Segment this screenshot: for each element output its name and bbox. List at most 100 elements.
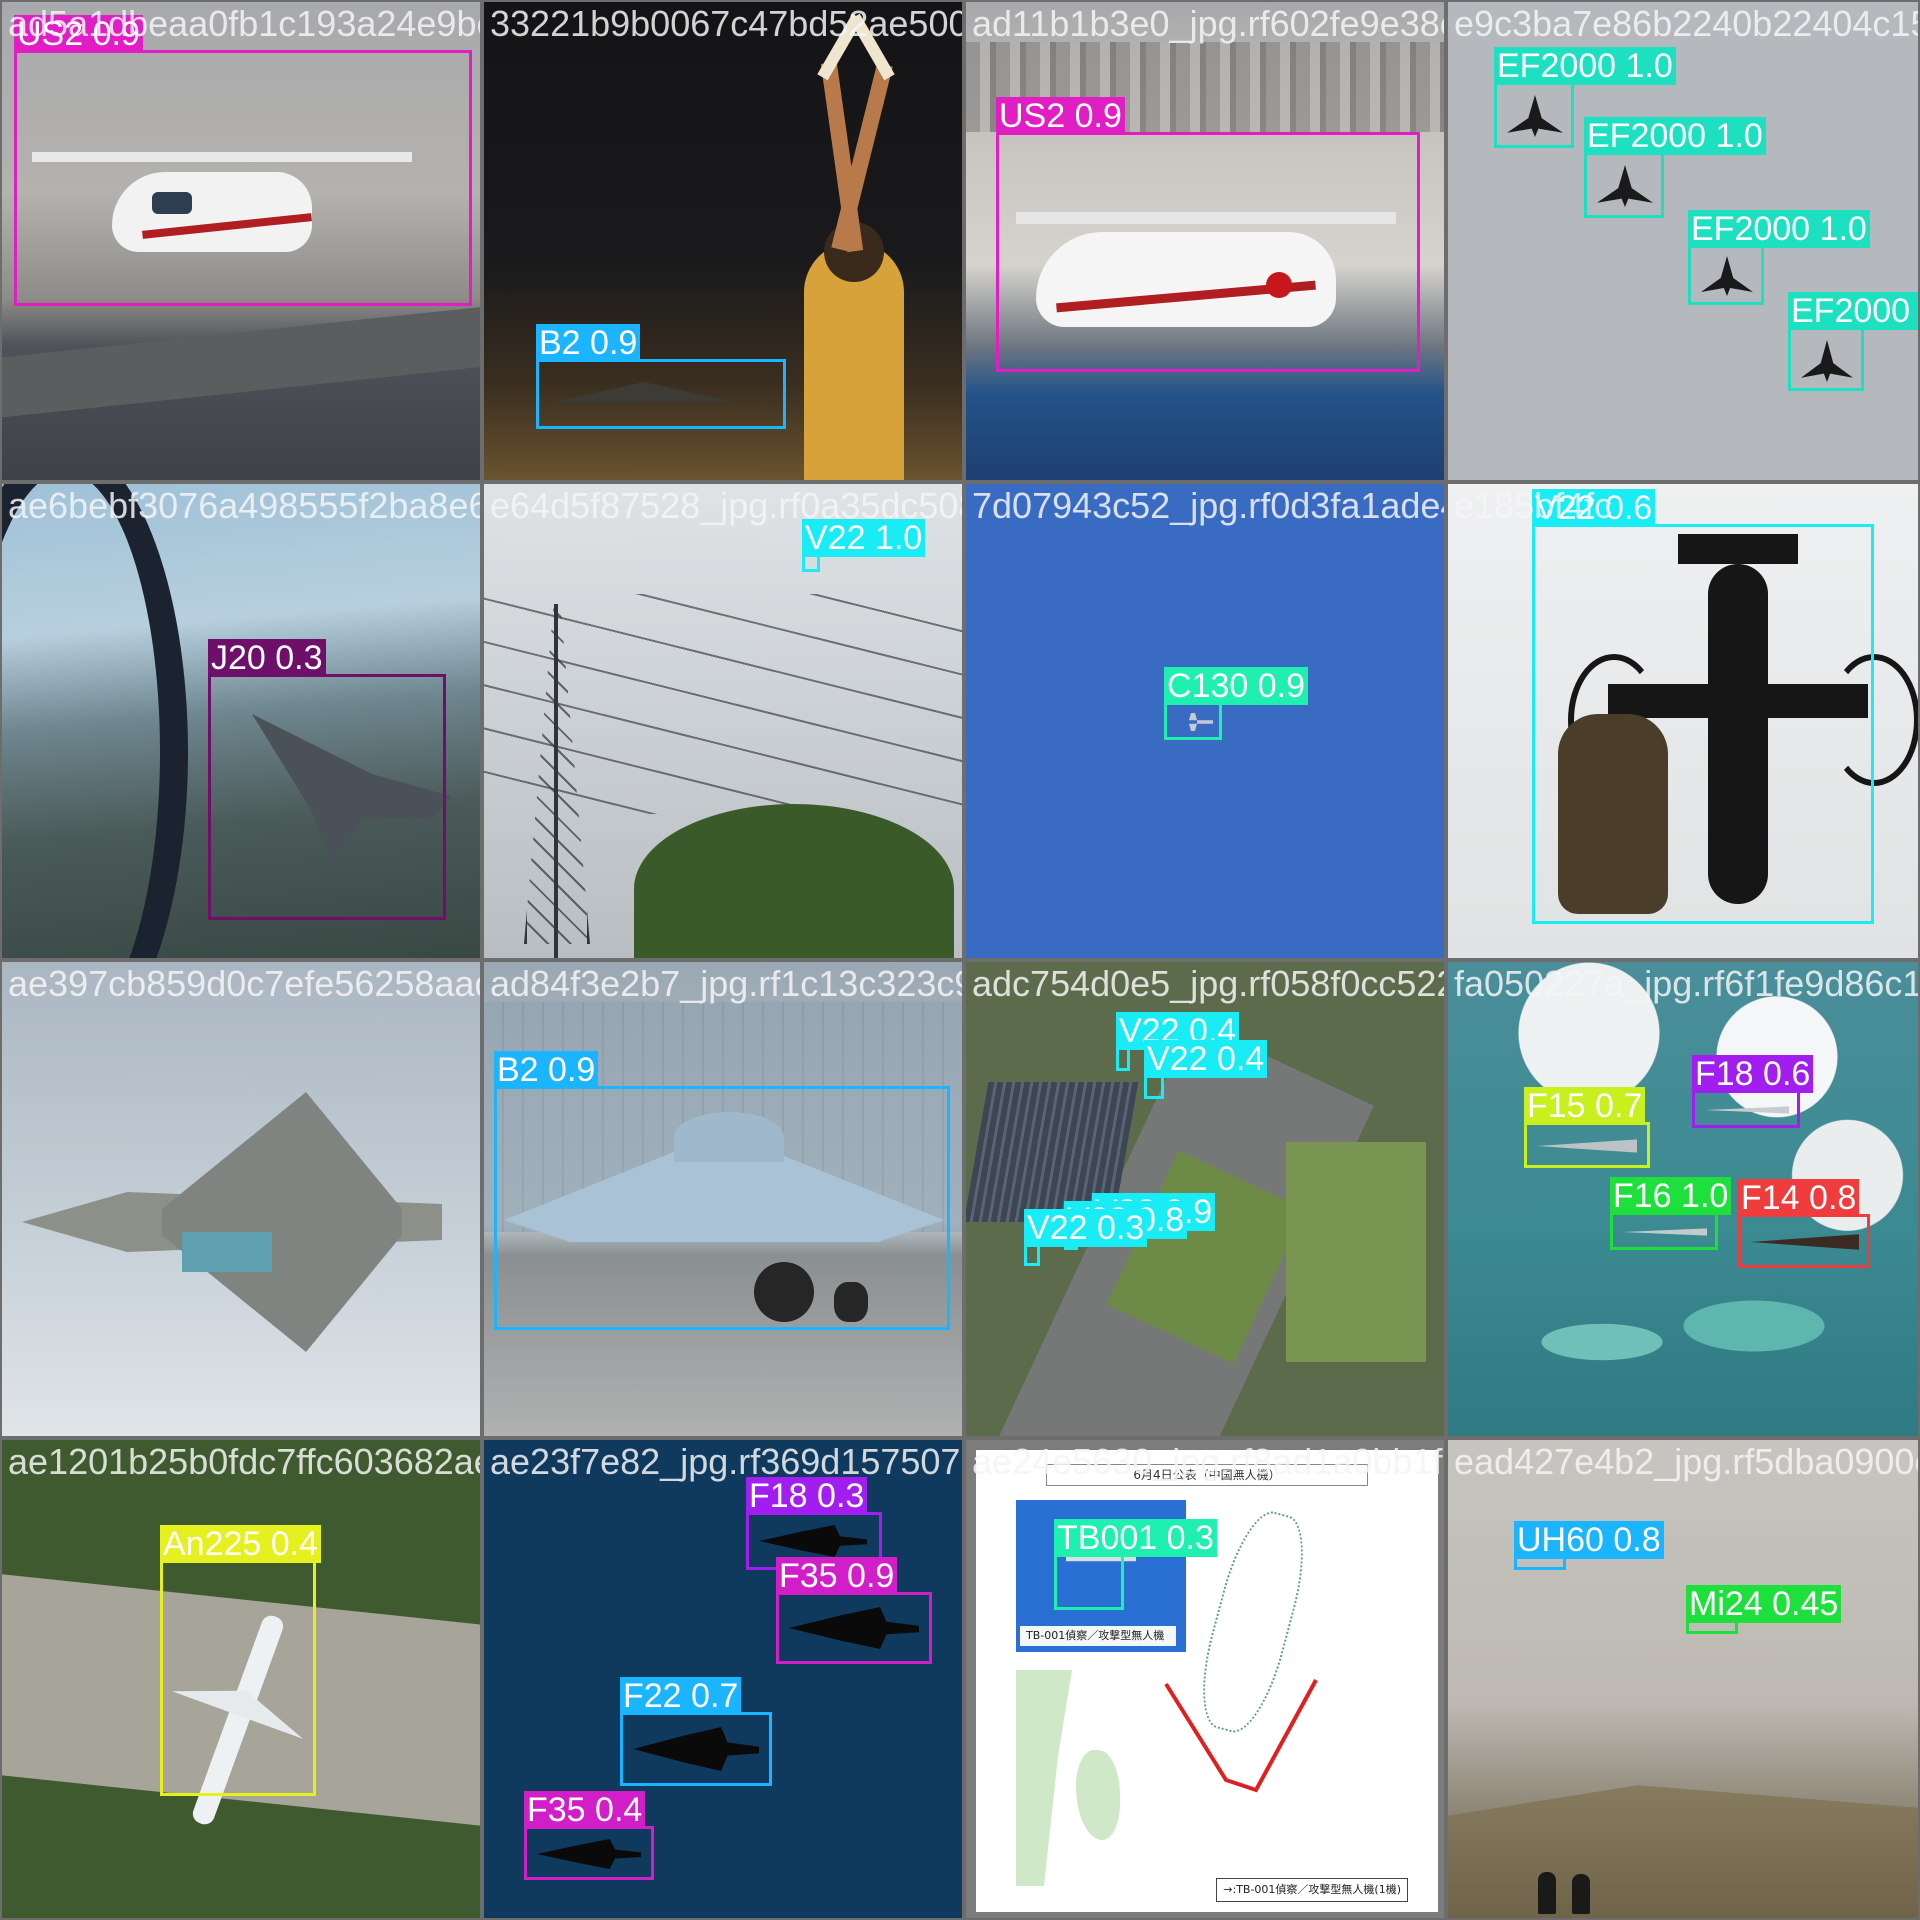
jet-icon xyxy=(1623,1228,1707,1236)
jet-icon xyxy=(1537,1139,1637,1153)
tile-title: ead427e4b2_jpg.rf5dba0900cca xyxy=(1454,1441,1920,1482)
detection-box: F14 0.8 xyxy=(1738,1179,1870,1268)
tile-title: ad11b1b3e0_jpg.rf602fe9e38ea7c3ba7e86b22… xyxy=(972,3,1444,44)
tile-title: ae23f7e82_jpg.rf369d157507dbae24e5630_jp… xyxy=(490,1441,962,1482)
tile-16: UH60 0.8 Mi24 0.45 ead427e4b2_jpg.rf5dba… xyxy=(1446,1438,1920,1920)
tile-12: F18 0.6 F15 0.7 F16 1.0 F14 0.8 fa050227… xyxy=(1446,960,1920,1438)
detection-box: V22 0.3 xyxy=(1024,1209,1148,1266)
map-legend: →:TB-001偵察／攻撃型無人機(1機) xyxy=(1216,1878,1408,1902)
detection-label: F35 0.4 xyxy=(524,1791,646,1829)
detection-box: F18 0.6 xyxy=(1692,1055,1814,1128)
detection-label: TB001 0.3 xyxy=(1054,1519,1217,1557)
tile-3: US2 0.9 ad11b1b3e0_jpg.rf602fe9e38ea7c3b… xyxy=(964,0,1446,482)
person-silhouette xyxy=(1538,1872,1556,1914)
tile-8: V22 0.6 e185bf4fc xyxy=(1446,482,1920,960)
j20-jet xyxy=(22,1072,462,1372)
detection-label: F16 1.0 xyxy=(1610,1177,1732,1215)
detection-label: An225 0.4 xyxy=(160,1525,322,1563)
grass-field xyxy=(1286,1142,1426,1362)
tile-title: ad84f3e2b7_jpg.rf1c13c323c9adc754d0e5_jp… xyxy=(490,963,962,1004)
jet-icon xyxy=(1705,1106,1789,1114)
jet-icon xyxy=(789,1607,919,1649)
pier xyxy=(2,306,480,418)
jet-icon xyxy=(759,1525,867,1557)
detection-box: B2 0.9 xyxy=(536,324,786,429)
detection-box: C130 0.9 xyxy=(1164,667,1308,740)
detection-box: EF2000 1.0 xyxy=(1788,292,1918,391)
detection-label: F22 0.7 xyxy=(620,1677,742,1715)
detection-box: J20 0.3 xyxy=(208,639,446,920)
tile-1: US2 0.9 ad5a1dbeaa0fb1c193a24e9be067c47b… xyxy=(0,0,482,482)
tile-11: V22 0.4 V22 0.4 V22 0.9 V22 0.8 V22 0.3 … xyxy=(964,960,1446,1438)
tile-title: fa050227a_jpg.rf6f1fe9d86c1 xyxy=(1454,963,1920,1004)
detection-box: B2 0.9 xyxy=(494,1051,950,1330)
detection-box: EF2000 1.0 xyxy=(1494,47,1676,148)
person-silhouette xyxy=(1572,1874,1590,1914)
marshaller-figure xyxy=(774,13,934,480)
detection-label: V22 1.0 xyxy=(802,519,926,557)
c130-icon xyxy=(1173,713,1213,731)
jet-icon xyxy=(1597,165,1653,207)
detection-label: J20 0.3 xyxy=(208,639,326,677)
tile-title: 7d07943c52_jpg.rf0d3fa1ade44 xyxy=(972,485,1446,526)
detection-box: V22 1.0 xyxy=(802,519,926,572)
taiwan-island xyxy=(1076,1750,1120,1840)
detection-label: EF2000 1.0 xyxy=(1494,47,1676,85)
detection-box: F15 0.7 xyxy=(1524,1087,1650,1168)
detection-box: V22 0.6 xyxy=(1532,489,1874,924)
detection-box: Mi24 0.45 xyxy=(1686,1585,1842,1634)
detection-label: B2 0.9 xyxy=(536,324,641,362)
jet-icon xyxy=(633,1727,759,1771)
detection-box: F16 1.0 xyxy=(1610,1177,1732,1250)
tile-title: adc754d0e5_jpg.rf058f0cc5223fa050227a_jp… xyxy=(972,963,1444,1004)
detection-box: EF2000 1.0 xyxy=(1688,210,1870,305)
detection-box: F35 0.9 xyxy=(776,1557,932,1664)
detection-label: UH60 0.8 xyxy=(1514,1521,1664,1559)
jet-icon xyxy=(1801,340,1853,382)
tile-title: 33221b9b0067c47bd52ae500aa48213d0_jpg.rf xyxy=(490,3,962,44)
tile-10: B2 0.9 ad84f3e2b7_jpg.rf1c13c323c9adc754… xyxy=(482,960,964,1438)
detection-label: V22 0.3 xyxy=(1024,1209,1148,1247)
jet-icon xyxy=(1751,1234,1859,1250)
detection-label: F35 0.9 xyxy=(776,1557,898,1595)
jet-icon xyxy=(1507,95,1563,137)
tile-9: ae397cb859d0c7efe56258aad84f3e2b7_jpg.rf xyxy=(0,960,482,1438)
detection-mosaic: US2 0.9 ad5a1dbeaa0fb1c193a24e9be067c47b… xyxy=(0,0,1920,1920)
detection-label: US2 0.9 xyxy=(996,97,1125,135)
detection-box: TB001 0.3 xyxy=(1054,1519,1217,1610)
tile-5: J20 0.3 ae6bebf3076a498555f2ba8e64d5f875… xyxy=(0,482,482,960)
detection-label: EF2000 1.0 xyxy=(1688,210,1870,248)
detection-box: V22 0.4 xyxy=(1144,1040,1268,1099)
hillside xyxy=(1448,1785,1918,1918)
reef xyxy=(1488,1262,1868,1422)
detection-label: F14 0.8 xyxy=(1738,1179,1860,1217)
flight-path xyxy=(1164,1679,1318,1793)
detection-box: F35 0.4 xyxy=(524,1791,654,1880)
tile-6: V22 1.0 e64d5f87528_jpg.rf0a35dc50838ad0… xyxy=(482,482,964,960)
detection-box: F22 0.7 xyxy=(620,1677,772,1786)
detection-box: US2 0.9 xyxy=(996,97,1420,372)
detection-box: V22 0.4 xyxy=(1116,1012,1240,1071)
detection-label: V22 0.4 xyxy=(1144,1040,1268,1078)
tile-title: e9c3ba7e86b2240b22404c15b062 xyxy=(1454,3,1918,44)
detection-label: C130 0.9 xyxy=(1164,667,1308,705)
tree xyxy=(634,804,954,958)
drone-caption: TB-001偵察／攻撃型無人機 xyxy=(1020,1626,1176,1646)
detection-label: F18 0.3 xyxy=(746,1477,868,1515)
detection-label: B2 0.9 xyxy=(494,1051,599,1089)
detection-box: EF2000 1.0 xyxy=(1584,117,1766,218)
detection-label: F18 0.6 xyxy=(1692,1055,1814,1093)
map-header: 6月4日公表（中国無人機） xyxy=(1046,1464,1368,1486)
jet-icon xyxy=(537,1839,641,1869)
detection-label: Mi24 0.45 xyxy=(1686,1585,1842,1623)
detection-label: US2 0.9 xyxy=(14,15,143,53)
tile-4: EF2000 1.0 EF2000 1.0 EF2000 1.0 EF2000 … xyxy=(1446,0,1920,482)
tile-title: ae397cb859d0c7efe56258aad84f3e2b7_jpg.rf xyxy=(8,963,480,1004)
detection-box: An225 0.4 xyxy=(160,1525,322,1796)
detection-label: F15 0.7 xyxy=(1524,1087,1646,1125)
tile-15: 6月4日公表（中国無人機） TB-001偵察／攻撃型無人機 →:TB-001偵察… xyxy=(964,1438,1446,1920)
tile-13: An225 0.4 ae1201b25b0fdc7ffc603682ae23f7… xyxy=(0,1438,482,1920)
detection-label: V22 0.6 xyxy=(1532,489,1656,527)
pylon xyxy=(524,604,594,958)
detection-box: UH60 0.8 xyxy=(1514,1521,1664,1570)
